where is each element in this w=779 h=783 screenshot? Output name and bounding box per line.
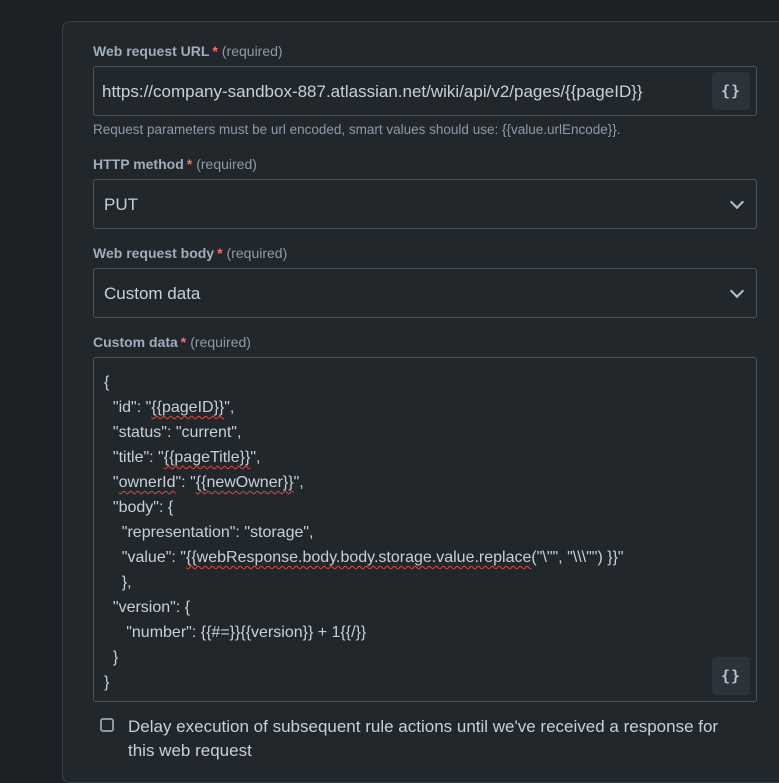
chevron-down-icon	[729, 194, 745, 210]
url-value: https://company-sandbox-887.atlassian.ne…	[102, 82, 643, 101]
code-line: "status": "current",	[104, 424, 242, 441]
http-method-select[interactable]: PUT	[93, 179, 757, 229]
required-text: (required)	[190, 334, 251, 350]
code-line: }	[104, 649, 119, 666]
code-line: "number": {{#=}}{{version}} + 1{{/}}	[104, 624, 367, 641]
required-star: *	[180, 334, 187, 350]
url-label-text: Web request URL	[93, 43, 210, 59]
request-body-value: Custom data	[104, 284, 201, 303]
delay-execution-label[interactable]: Delay execution of subsequent rule actio…	[128, 715, 748, 763]
delay-execution-checkbox[interactable]	[100, 718, 114, 732]
required-text: (required)	[226, 245, 288, 261]
body-label-text: Web request body	[93, 245, 215, 261]
custom-data-code: { "id": "{{pageID}}", "status": "current…	[104, 370, 624, 695]
required-text: (required)	[196, 156, 257, 172]
body-label: Web request body * (required)	[93, 245, 287, 261]
custom-data-textarea[interactable]: { "id": "{{pageID}}", "status": "current…	[93, 357, 757, 702]
code-line: "body": {	[104, 499, 174, 516]
code-line: }	[104, 674, 110, 691]
code-line: "ownerId": "{{newOwner}}",	[104, 474, 304, 491]
code-line: "id": "{{pageID}}",	[104, 399, 235, 416]
code-line: {	[104, 374, 110, 391]
request-body-select[interactable]: Custom data	[93, 268, 757, 318]
code-line: },	[104, 574, 132, 591]
code-line: "version": {	[104, 599, 191, 616]
chevron-down-icon	[729, 283, 745, 299]
url-label: Web request URL * (required)	[93, 43, 283, 59]
required-star: *	[186, 156, 193, 172]
braces-icon: {}	[720, 667, 742, 685]
http-method-value: PUT	[104, 195, 138, 214]
url-helper-text: Request parameters must be url encoded, …	[93, 122, 621, 137]
custom-data-label-text: Custom data	[93, 334, 178, 350]
required-star: *	[217, 245, 223, 261]
code-line: "title": "{{pageTitle}}",	[104, 449, 261, 466]
code-line: "representation": "storage",	[104, 524, 314, 541]
custom-data-label: Custom data * (required)	[93, 334, 251, 350]
code-line: "value": "{{webResponse.body.body.storag…	[104, 549, 624, 566]
url-input[interactable]: https://company-sandbox-887.atlassian.ne…	[93, 66, 757, 116]
method-label: HTTP method * (required)	[93, 156, 257, 172]
insert-smart-value-button[interactable]: {}	[712, 72, 750, 110]
required-text: (required)	[221, 43, 283, 59]
insert-smart-value-button[interactable]: {}	[712, 657, 750, 695]
braces-icon: {}	[720, 82, 742, 100]
method-label-text: HTTP method	[93, 156, 184, 172]
required-star: *	[212, 43, 218, 59]
panel-header-clipped	[393, 34, 543, 48]
